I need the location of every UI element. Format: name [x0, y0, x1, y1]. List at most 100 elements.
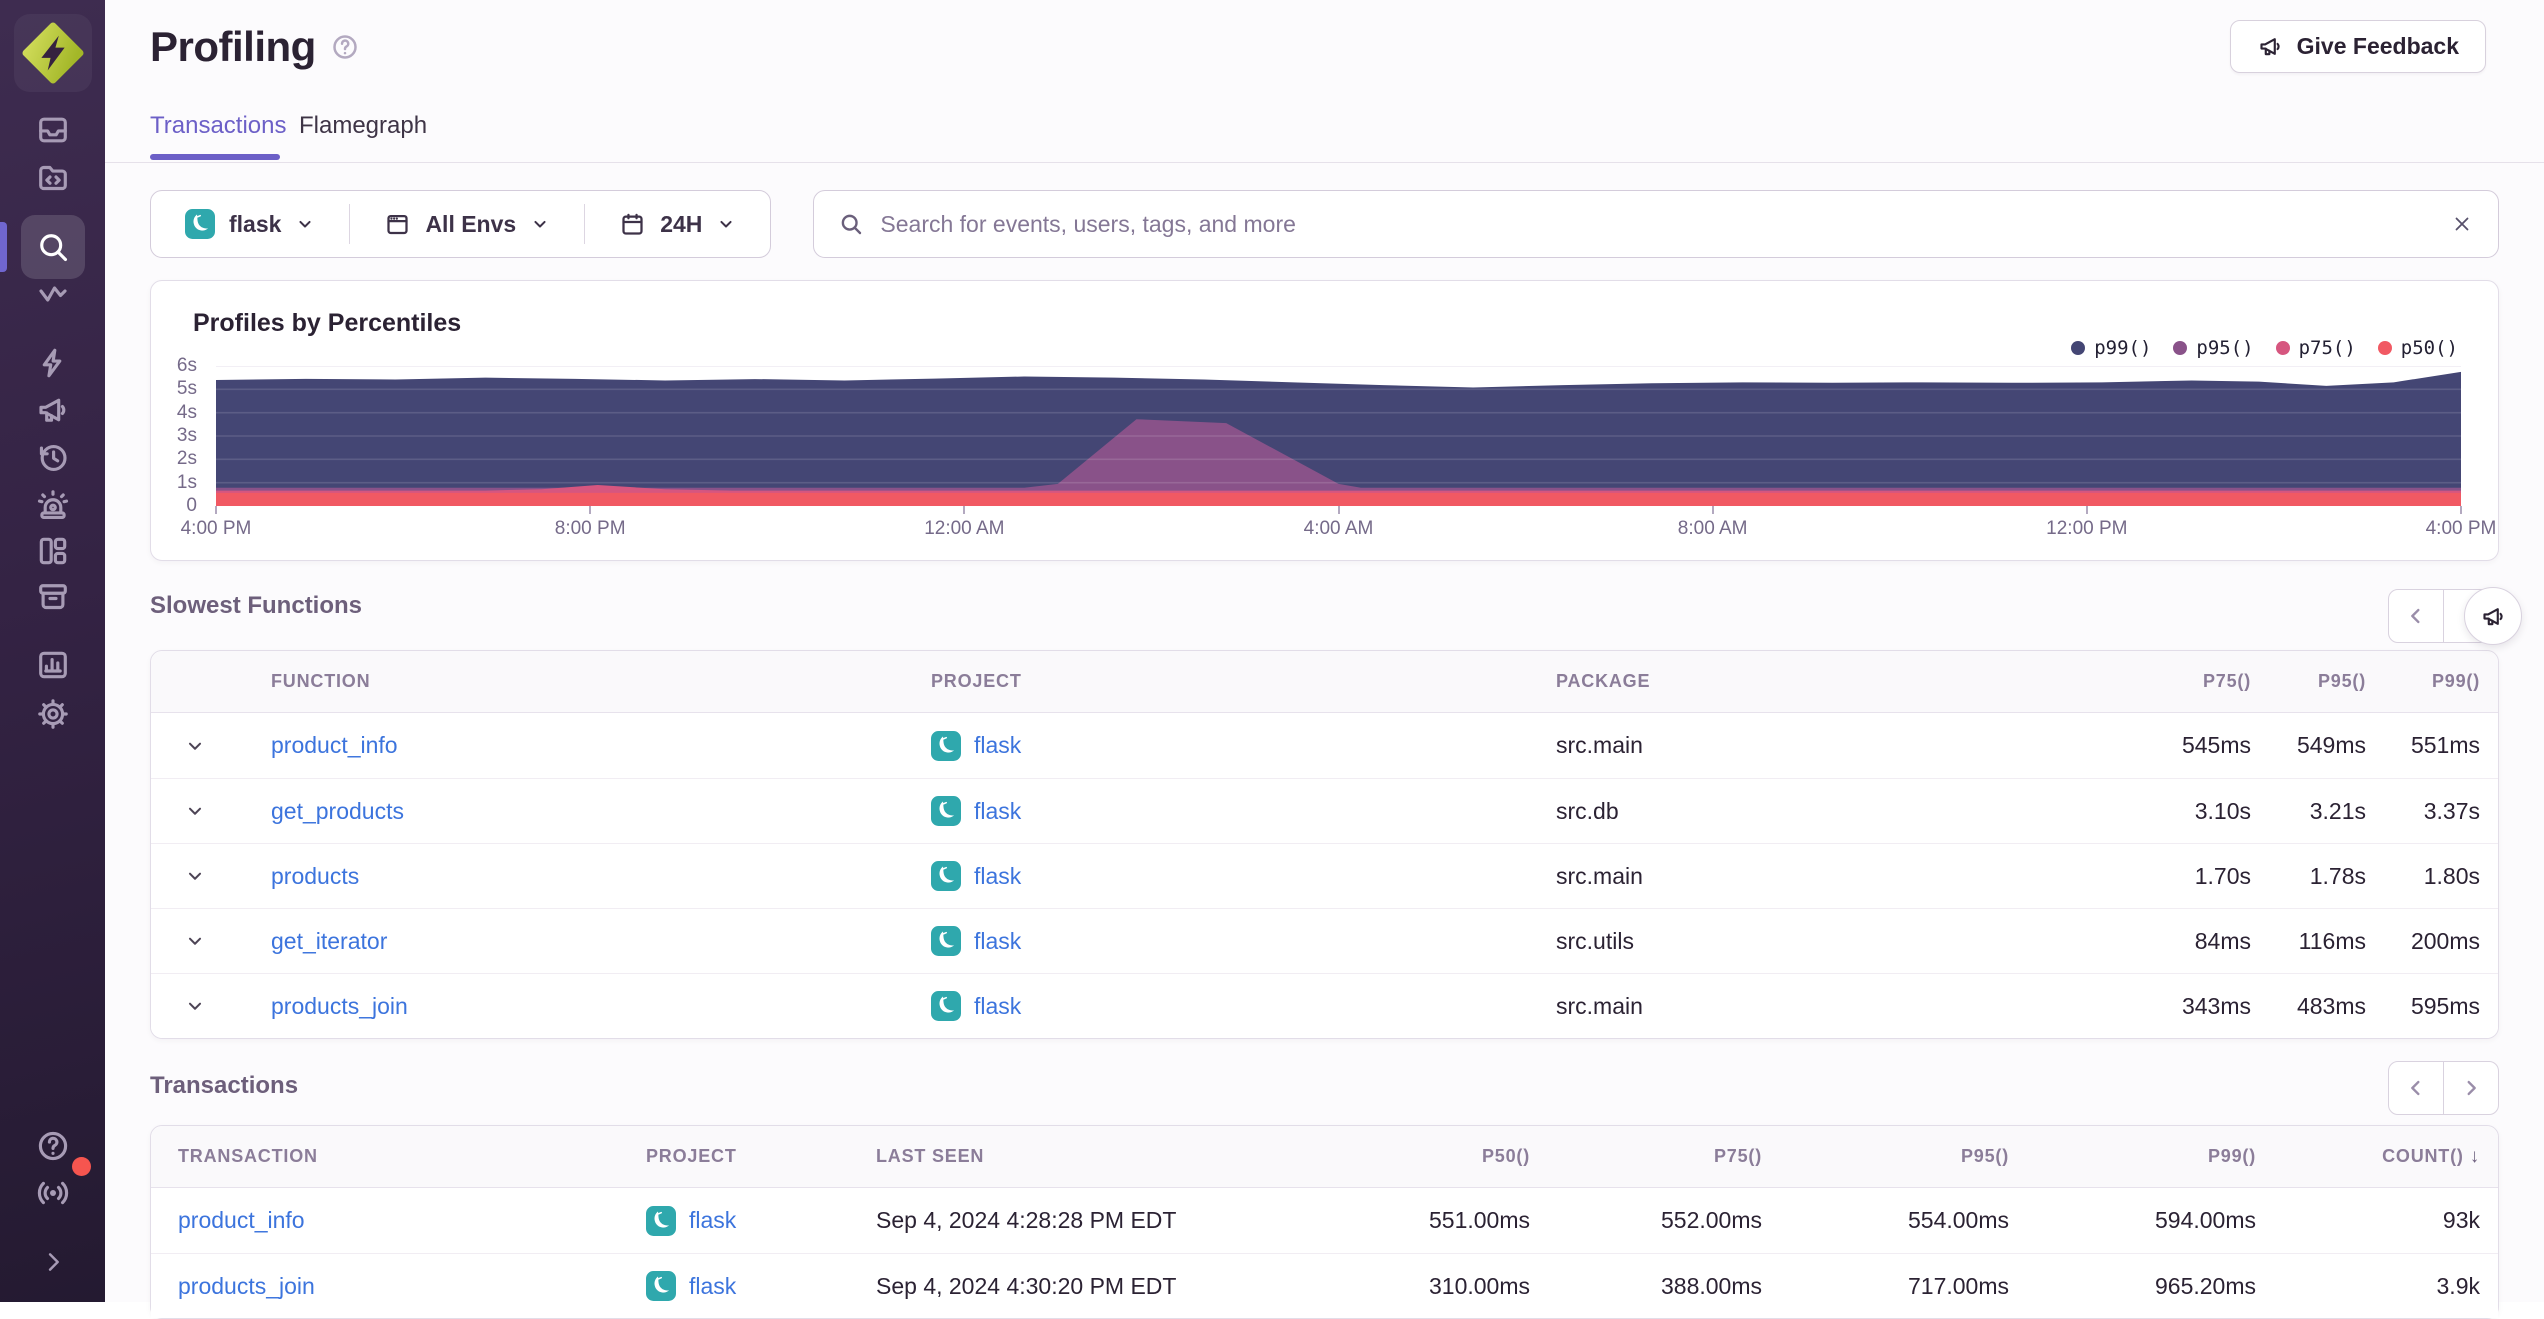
environment-filter-label: All Envs — [425, 210, 517, 237]
tab-transactions[interactable]: Transactions — [150, 112, 287, 140]
chart-x-axis: 4:00 PM 8:00 PM 12:00 AM 4:00 AM 8:00 AM 12:0… — [181, 518, 2497, 544]
sidebar — [0, 0, 105, 1302]
p95-cell: 717.00ms — [1907, 1272, 2009, 1299]
flask-project-icon — [185, 209, 215, 239]
megaphone-icon — [2257, 33, 2284, 60]
project-filter-dropdown[interactable]: flask — [151, 191, 349, 257]
function-link[interactable]: product_info — [271, 732, 398, 758]
date-range-dropdown[interactable]: 24H — [585, 191, 770, 257]
stats-zigzag-icon[interactable] — [21, 262, 85, 326]
count-cell: 93k — [2442, 1207, 2480, 1233]
table-row: products flask src.main 1.70s 1.78s 1.80s — [151, 843, 2498, 908]
legend-label: p50() — [2400, 337, 2458, 359]
calendar-icon — [619, 211, 646, 238]
environment-filter-dropdown[interactable]: All Envs — [350, 191, 584, 257]
profiles-by-percentiles-panel: Profiles by Percentiles p99() p95() p75() p… — [150, 280, 2499, 561]
x-axis-tick — [215, 506, 217, 514]
transaction-link[interactable]: product_info — [178, 1207, 305, 1233]
legend-item-p99[interactable]: p99() — [2071, 337, 2151, 359]
p99-cell: 1.80s — [2423, 862, 2480, 889]
x-axis-label: 4:00 PM — [2425, 518, 2497, 539]
project-link[interactable]: flask — [974, 798, 1021, 825]
title-help-icon[interactable] — [330, 32, 360, 62]
flask-project-icon — [931, 796, 961, 826]
legend-item-p50[interactable]: p50() — [2377, 337, 2458, 359]
previous-page-button[interactable] — [2388, 589, 2444, 643]
function-link[interactable]: products_join — [271, 993, 408, 1019]
expand-row-button[interactable] — [175, 986, 215, 1026]
filter-bar: flask All Envs 24H — [150, 190, 2499, 258]
expand-row-button[interactable] — [175, 791, 215, 831]
chevron-down-icon — [184, 930, 206, 952]
p50-cell: 551.00ms — [1428, 1207, 1530, 1233]
broadcast-icon[interactable] — [21, 1157, 91, 1225]
col-count-sort[interactable]: COUNT() ↓ — [2256, 1146, 2498, 1168]
function-link[interactable]: products — [271, 863, 359, 889]
table-row: products_join flask src.main 343ms 483ms 595m… — [151, 973, 2498, 1038]
search-bar — [813, 190, 2499, 258]
archive-box-icon[interactable] — [21, 565, 85, 629]
col-p50: P50() — [1481, 1146, 1530, 1166]
tabs-divider — [105, 162, 2544, 163]
chevron-down-icon — [184, 800, 206, 822]
p75-cell: 84ms — [2194, 927, 2251, 954]
col-last-seen: LAST SEEN — [876, 1146, 985, 1166]
expand-row-button[interactable] — [175, 856, 215, 896]
area-series-p50 — [216, 492, 2461, 506]
clear-search-button[interactable] — [2450, 212, 2474, 236]
p95-cell: 3.21s — [2309, 797, 2366, 824]
give-feedback-label: Give Feedback — [2296, 33, 2459, 59]
floating-feedback-button[interactable] — [2464, 587, 2522, 645]
search-icon — [838, 211, 864, 237]
y-axis-label: 3s — [176, 425, 197, 446]
expand-row-button[interactable] — [175, 921, 215, 961]
settings-gear-icon[interactable] — [21, 682, 85, 746]
project-link[interactable]: flask — [974, 863, 1021, 890]
date-range-label: 24H — [660, 210, 703, 237]
chart-legend: p99() p95() p75() p50() — [2071, 337, 2458, 359]
tab-flamegraph[interactable]: Flamegraph — [299, 112, 427, 140]
expand-cell — [151, 921, 241, 961]
chevron-down-icon — [184, 995, 206, 1017]
expand-row-button[interactable] — [175, 726, 215, 766]
transaction-link[interactable]: products_join — [178, 1273, 315, 1299]
project-link[interactable]: flask — [974, 928, 1021, 955]
expand-sidebar-chevron-icon[interactable] — [21, 1230, 85, 1294]
give-feedback-button[interactable]: Give Feedback — [2229, 20, 2486, 73]
project-link[interactable]: flask — [689, 1207, 736, 1234]
p99-cell: 3.37s — [2423, 797, 2480, 824]
project-link[interactable]: flask — [974, 732, 1021, 759]
legend-label: p95() — [2196, 337, 2254, 359]
function-link[interactable]: get_iterator — [271, 928, 387, 954]
table-row: products_join flask Sep 4, 2024 4:30:20 PM… — [151, 1253, 2498, 1318]
x-axis-label: 8:00 PM — [554, 518, 626, 539]
legend-item-p75[interactable]: p75() — [2275, 337, 2356, 359]
project-link[interactable]: flask — [689, 1273, 736, 1300]
sentry-logo[interactable] — [13, 14, 92, 92]
last-seen-cell: Sep 4, 2024 4:30:20 PM EDT — [876, 1272, 1177, 1299]
p99-cell: 200ms — [2410, 927, 2480, 954]
y-axis-label: 6s — [176, 355, 197, 376]
previous-page-button[interactable] — [2388, 1061, 2444, 1115]
x-axis-tick — [2460, 506, 2462, 514]
function-link[interactable]: get_products — [271, 798, 404, 824]
project-link[interactable]: flask — [974, 993, 1021, 1020]
expand-cell — [151, 856, 241, 896]
table-row: get_products flask src.db 3.10s 3.21s 3.37s — [151, 778, 2498, 843]
x-axis-label: 4:00 PM — [180, 518, 252, 539]
close-icon — [2450, 212, 2474, 236]
page-filter-group: flask All Envs 24H — [150, 190, 772, 258]
transactions-heading: Transactions — [150, 1072, 299, 1099]
search-input[interactable] — [880, 210, 2434, 238]
chevron-down-icon — [295, 214, 315, 234]
x-axis-label: 12:00 PM — [2046, 518, 2128, 539]
flask-project-icon — [931, 991, 961, 1021]
col-project: PROJECT — [931, 671, 1022, 691]
legend-item-p95[interactable]: p95() — [2173, 337, 2254, 359]
next-page-button[interactable] — [2443, 1061, 2499, 1115]
col-transaction: TRANSACTION — [178, 1146, 318, 1166]
code-folder-icon[interactable] — [21, 146, 85, 210]
table-row: get_iterator flask src.utils 84ms 116ms 200ms — [151, 908, 2498, 973]
y-axis-label: 4s — [176, 401, 197, 423]
p75-cell: 388.00ms — [1660, 1272, 1762, 1299]
